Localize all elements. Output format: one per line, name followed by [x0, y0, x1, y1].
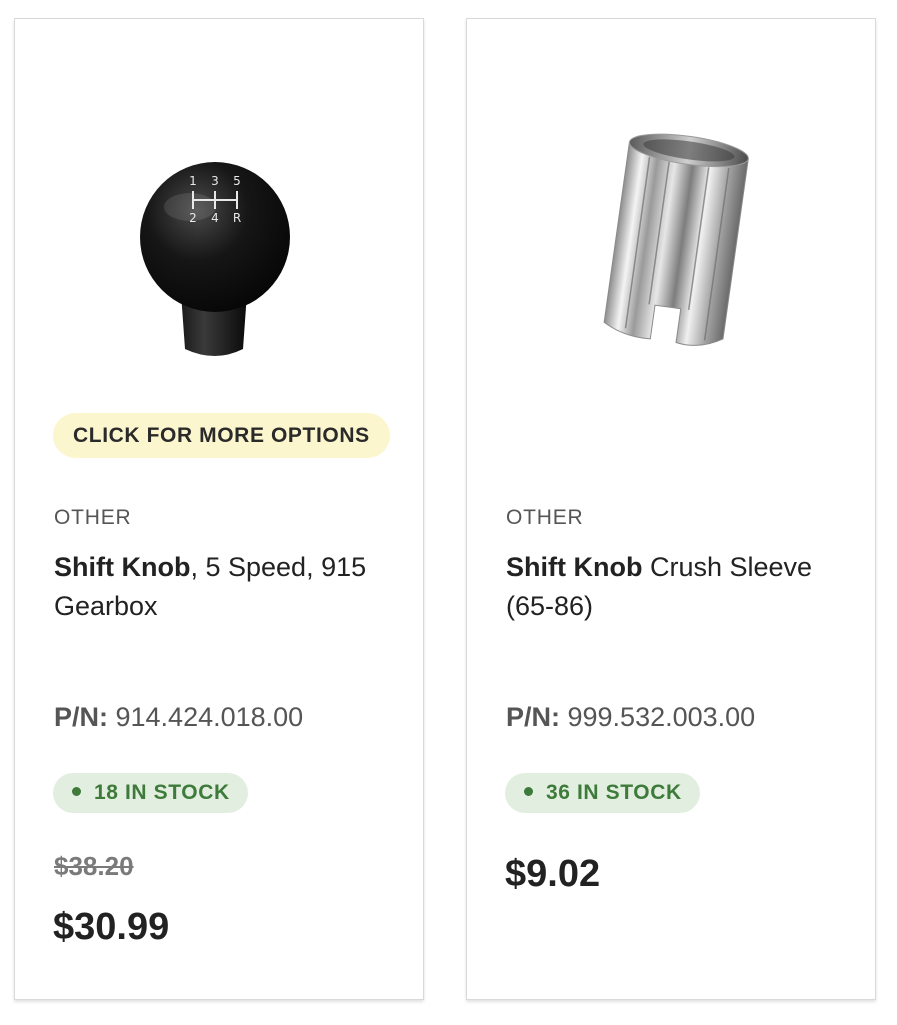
- product-card-crush-sleeve[interactable]: OTHER Shift Knob Crush Sleeve (65-86) P/…: [466, 18, 876, 1000]
- shift-pattern-digit: 2: [189, 211, 197, 225]
- product-card-shift-knob[interactable]: 1 3 5 2 4 R CLICK FOR MORE OPTIONS OTHER…: [14, 18, 424, 1000]
- stock-badge: 36 IN STOCK: [505, 773, 700, 813]
- sale-price: $30.99: [53, 906, 170, 948]
- part-number-value: 999.532.003.00: [560, 702, 756, 732]
- product-image[interactable]: [467, 109, 875, 409]
- shift-pattern-digit: 1: [189, 174, 197, 188]
- more-options-button[interactable]: CLICK FOR MORE OPTIONS: [53, 413, 390, 458]
- product-category: OTHER: [506, 506, 584, 529]
- original-price: $38.20: [54, 851, 134, 881]
- part-number-label: P/N:: [54, 702, 108, 732]
- shift-pattern-digit: 4: [211, 211, 219, 225]
- product-title[interactable]: Shift Knob Crush Sleeve (65-86): [506, 548, 846, 626]
- product-category: OTHER: [54, 506, 132, 529]
- in-stock-dot-icon: [524, 786, 533, 796]
- in-stock-dot-icon: [72, 786, 81, 796]
- shift-pattern-digit: R: [233, 211, 241, 225]
- part-number-label: P/N:: [506, 702, 560, 732]
- product-title-bold: Shift Knob: [54, 552, 191, 582]
- crush-sleeve-image: [603, 133, 749, 346]
- shift-pattern-digit: 3: [211, 174, 219, 188]
- product-title-bold: Shift Knob: [506, 552, 643, 582]
- stock-badge: 18 IN STOCK: [53, 773, 248, 813]
- product-title[interactable]: Shift Knob, 5 Speed, 915 Gearbox: [54, 548, 394, 626]
- part-number: P/N: 999.532.003.00: [506, 702, 755, 733]
- shift-knob-image: 1 3 5 2 4 R: [140, 162, 290, 356]
- stock-text: 18 IN STOCK: [94, 781, 230, 804]
- part-number: P/N: 914.424.018.00: [54, 702, 303, 733]
- part-number-value: 914.424.018.00: [108, 702, 304, 732]
- sale-price: $9.02: [505, 853, 601, 895]
- stock-text: 36 IN STOCK: [546, 781, 682, 804]
- product-image[interactable]: 1 3 5 2 4 R: [15, 109, 423, 409]
- shift-pattern-digit: 5: [233, 174, 241, 188]
